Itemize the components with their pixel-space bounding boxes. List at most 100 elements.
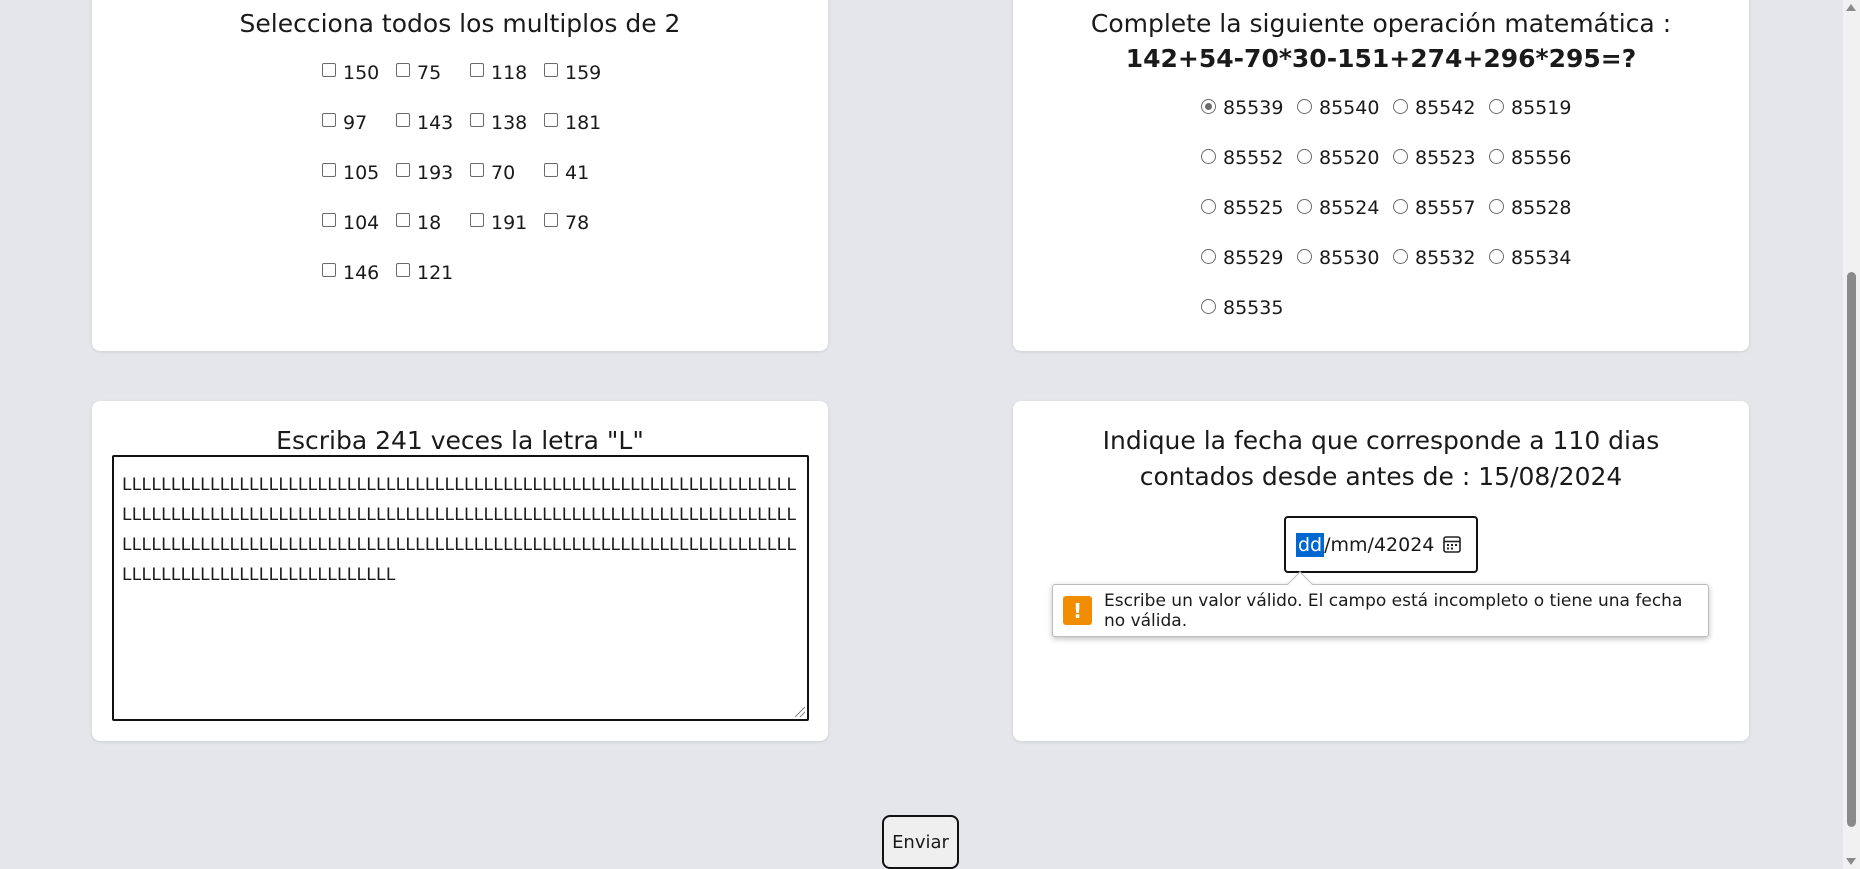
- checkbox[interactable]: [470, 163, 484, 177]
- multiple-option[interactable]: 70: [470, 157, 544, 189]
- question-title-math: Complete la siguiente operación matemáti…: [1090, 9, 1672, 38]
- answer-option[interactable]: 85540: [1297, 92, 1393, 124]
- checkbox[interactable]: [322, 213, 336, 227]
- multiple-option[interactable]: 150: [322, 57, 396, 89]
- checkbox[interactable]: [544, 63, 558, 77]
- multiple-option[interactable]: 138: [470, 107, 544, 139]
- multiple-option-label: 150: [343, 62, 380, 84]
- answer-option[interactable]: 85556: [1489, 142, 1585, 174]
- radio-button[interactable]: [1393, 248, 1408, 264]
- checkbox[interactable]: [322, 113, 336, 127]
- multiple-option[interactable]: 181: [544, 107, 618, 139]
- answer-option[interactable]: 85519: [1489, 92, 1585, 124]
- checkbox[interactable]: [470, 63, 484, 77]
- multiple-option-label: 191: [491, 212, 528, 234]
- multiple-option-label: 75: [417, 62, 442, 84]
- checkbox[interactable]: [322, 263, 336, 277]
- radio-button[interactable]: [1489, 248, 1504, 264]
- answer-option[interactable]: 85542: [1393, 92, 1489, 124]
- textarea-resize-handle[interactable]: [795, 707, 805, 717]
- answer-option-label: 85525: [1223, 197, 1284, 219]
- multiple-option[interactable]: 118: [470, 57, 544, 89]
- answer-option[interactable]: 85530: [1297, 242, 1393, 274]
- calendar-icon[interactable]: [1442, 534, 1462, 554]
- answer-option-label: 85535: [1223, 297, 1284, 319]
- date-month-year-segments[interactable]: /mm/42024: [1324, 534, 1434, 556]
- multiple-option[interactable]: 41: [544, 157, 618, 189]
- checkbox[interactable]: [544, 213, 558, 227]
- answer-option[interactable]: 85529: [1201, 242, 1297, 274]
- radio-button[interactable]: [1297, 198, 1312, 214]
- multiple-option[interactable]: 18: [396, 207, 470, 239]
- multiple-option-label: 105: [343, 162, 380, 184]
- radio-button[interactable]: [1201, 298, 1216, 314]
- answer-option[interactable]: 85525: [1201, 192, 1297, 224]
- radio-button[interactable]: [1297, 98, 1312, 114]
- multiple-option[interactable]: 78: [544, 207, 618, 239]
- answer-option[interactable]: 85535: [1201, 292, 1297, 324]
- multiple-option[interactable]: 143: [396, 107, 470, 139]
- validation-message: Escribe un valor válido. El campo está i…: [1104, 590, 1683, 631]
- submit-button[interactable]: Enviar: [882, 815, 959, 869]
- question-title-date: Indique la fecha que corresponde a 110 d…: [1102, 426, 1660, 491]
- radio-button[interactable]: [1393, 98, 1408, 114]
- multiple-option[interactable]: 105: [322, 157, 396, 189]
- checkbox[interactable]: [322, 63, 336, 77]
- answer-option[interactable]: 85552: [1201, 142, 1297, 174]
- radio-button[interactable]: [1201, 148, 1216, 164]
- radio-button[interactable]: [1393, 148, 1408, 164]
- answer-option[interactable]: 85528: [1489, 192, 1585, 224]
- date-day-segment[interactable]: dd: [1296, 532, 1325, 557]
- answer-option[interactable]: 85524: [1297, 192, 1393, 224]
- radio-button[interactable]: [1297, 148, 1312, 164]
- checkbox[interactable]: [470, 113, 484, 127]
- multiple-option[interactable]: 121: [396, 257, 470, 289]
- multiple-option[interactable]: 159: [544, 57, 618, 89]
- checkbox[interactable]: [396, 263, 410, 277]
- multiple-option[interactable]: 191: [470, 207, 544, 239]
- multiple-option-label: 118: [491, 62, 528, 84]
- checkbox[interactable]: [396, 63, 410, 77]
- scroll-up-arrow-icon[interactable]: [1846, 4, 1856, 11]
- answer-option[interactable]: 85557: [1393, 192, 1489, 224]
- checkbox[interactable]: [396, 163, 410, 177]
- answer-option[interactable]: 85534: [1489, 242, 1585, 274]
- multiple-option-label: 18: [417, 212, 442, 234]
- radio-button[interactable]: [1489, 98, 1504, 114]
- radio-button[interactable]: [1489, 198, 1504, 214]
- scroll-down-arrow-icon[interactable]: [1846, 858, 1856, 865]
- multiple-option[interactable]: 75: [396, 57, 470, 89]
- checkbox[interactable]: [544, 163, 558, 177]
- checkbox[interactable]: [470, 213, 484, 227]
- multiple-option[interactable]: 146: [322, 257, 396, 289]
- radio-button[interactable]: [1489, 148, 1504, 164]
- radio-button[interactable]: [1201, 98, 1216, 114]
- answer-option-label: 85519: [1511, 97, 1572, 119]
- radio-group: 85539 85540 85542 85519 85552 85520 85523 85556…: [1201, 92, 1585, 324]
- radio-button[interactable]: [1201, 198, 1216, 214]
- date-input[interactable]: dd /mm/42024: [1284, 516, 1478, 573]
- multiple-option[interactable]: 104: [322, 207, 396, 239]
- question-card-multiples: Selecciona todos los multiplos de 2 150 7…: [92, 0, 828, 351]
- checkbox-group: 150 75 118 159 97 143 138 181 105 193 70 41 104 18 191…: [322, 57, 618, 289]
- answer-option[interactable]: 85520: [1297, 142, 1393, 174]
- answer-option[interactable]: 85532: [1393, 242, 1489, 274]
- scrollbar[interactable]: [1843, 0, 1860, 869]
- answer-option[interactable]: 85523: [1393, 142, 1489, 174]
- radio-button[interactable]: [1297, 248, 1312, 264]
- checkbox[interactable]: [396, 113, 410, 127]
- answer-option-label: 85552: [1223, 147, 1284, 169]
- checkbox[interactable]: [322, 163, 336, 177]
- validation-tooltip: ! Escribe un valor válido. El campo está…: [1052, 584, 1709, 637]
- answer-option[interactable]: 85539: [1201, 92, 1297, 124]
- multiple-option-label: 78: [565, 212, 590, 234]
- radio-button[interactable]: [1393, 198, 1408, 214]
- multiple-option[interactable]: 97: [322, 107, 396, 139]
- checkbox[interactable]: [396, 213, 410, 227]
- radio-button[interactable]: [1201, 248, 1216, 264]
- scrollbar-thumb[interactable]: [1847, 272, 1856, 827]
- checkbox[interactable]: [544, 113, 558, 127]
- multiple-option[interactable]: 193: [396, 157, 470, 189]
- multiple-option-label: 193: [417, 162, 454, 184]
- letter-textarea[interactable]: LLLLLLLLLLLLLLLLLLLLLLLLLLLLLLLLLLLLLLLL…: [112, 455, 809, 721]
